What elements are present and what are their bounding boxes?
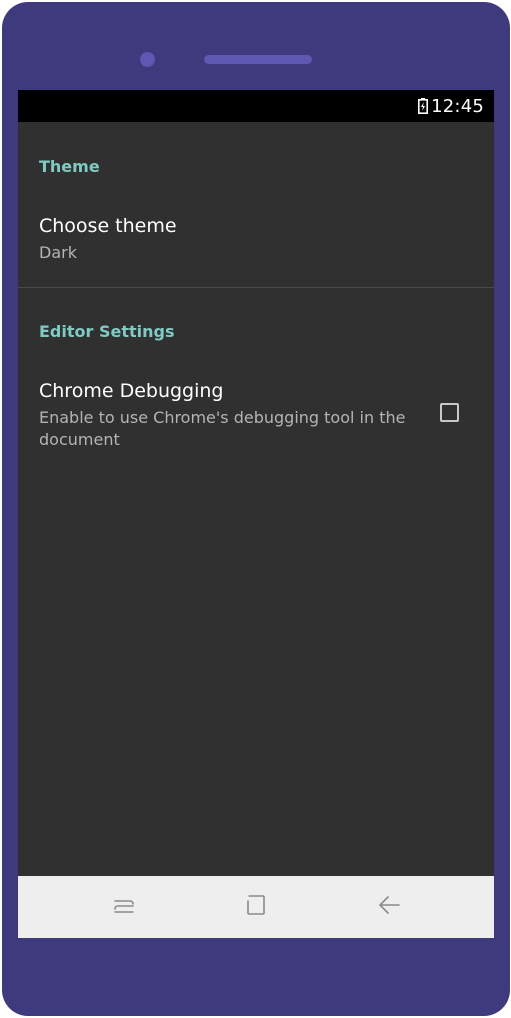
recents-icon (112, 893, 136, 921)
battery-charging-icon (418, 98, 429, 114)
home-icon (244, 893, 268, 921)
status-bar: 12:45 (18, 90, 494, 122)
app-screen: 12:45 Theme Choose theme Dark Editor Set… (18, 90, 494, 938)
choose-theme-preference[interactable]: Choose theme Dark (18, 202, 494, 286)
section-divider (18, 287, 494, 288)
back-arrow-icon (377, 893, 401, 921)
category-theme: Theme (39, 157, 100, 176)
status-icons: 12:45 (418, 95, 484, 117)
navigation-bar (18, 876, 494, 938)
home-button[interactable] (238, 891, 274, 923)
recents-button[interactable] (106, 891, 142, 923)
chrome-debugging-summary: Enable to use Chrome's debugging tool in… (39, 408, 406, 449)
choose-theme-summary: Dark (39, 243, 77, 262)
chrome-debugging-checkbox[interactable] (440, 403, 459, 422)
front-camera (140, 52, 155, 67)
earpiece-speaker (204, 55, 312, 64)
chrome-debugging-title: Chrome Debugging (39, 380, 224, 402)
category-editor-settings: Editor Settings (39, 322, 175, 341)
choose-theme-title: Choose theme (39, 215, 177, 237)
status-clock: 12:45 (431, 95, 484, 117)
chrome-debugging-preference[interactable]: Chrome Debugging Enable to use Chrome's … (18, 368, 494, 464)
back-button[interactable] (371, 891, 407, 923)
